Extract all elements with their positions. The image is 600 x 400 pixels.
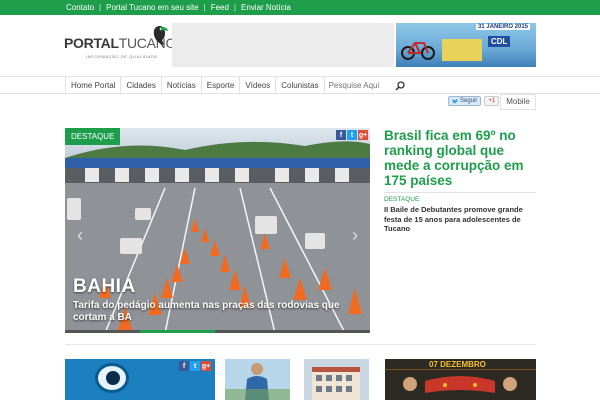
slider-progress xyxy=(65,330,370,333)
logo-text-bold: PORTAL xyxy=(64,35,119,51)
divider xyxy=(384,192,536,193)
building-photo xyxy=(312,367,360,400)
gplus-icon[interactable]: g+ xyxy=(358,130,368,140)
side-headline[interactable]: Brasil fica em 69º no ranking global que… xyxy=(384,128,536,188)
thumb-share-icons: f t g+ xyxy=(179,361,211,371)
thumbnail-bbb[interactable]: f t g+ xyxy=(65,359,215,400)
facebook-icon[interactable]: f xyxy=(179,361,189,371)
link-feed[interactable]: Feed xyxy=(211,2,229,13)
social-buttons: Seguir +1 xyxy=(448,96,500,106)
hero-caption[interactable]: Tarifa do pedágio aumenta nas praças das… xyxy=(73,300,358,324)
nav-item-home-portal[interactable]: Home Portal xyxy=(65,77,122,94)
link-contato[interactable]: Contato xyxy=(66,2,94,13)
ad-banner[interactable]: 31 JANEIRO 2015 CDL xyxy=(396,23,536,67)
nav-item-cidades[interactable]: Cidades xyxy=(121,77,162,94)
twitter-icon[interactable]: t xyxy=(190,361,200,371)
toucan-icon xyxy=(153,26,168,45)
eye-pupil xyxy=(106,371,120,385)
chevron-left-icon[interactable]: ‹ xyxy=(77,225,83,246)
mobile-link[interactable]: Mobile xyxy=(500,94,536,110)
top-bar: Contato | Portal Tucano em seu site | Fe… xyxy=(0,0,600,15)
logo-tagline: INFORMAÇÃO DE QUALIDADE xyxy=(86,54,158,59)
bicycle-icon xyxy=(401,42,435,60)
side-headlines: Brasil fica em 69º no ranking global que… xyxy=(384,128,536,234)
gplus-icon[interactable]: g+ xyxy=(201,361,211,371)
section-divider xyxy=(65,344,536,345)
nav-item-videos[interactable]: Vídeos xyxy=(240,77,277,94)
nav-item-esporte[interactable]: Esporte xyxy=(202,77,241,94)
hero-slider[interactable]: DESTAQUE f t g+ ‹ › BAHIA Tarifa do pedá… xyxy=(65,128,370,333)
separator: | xyxy=(203,3,206,12)
search-icon xyxy=(395,80,405,91)
ad-placeholder[interactable] xyxy=(172,23,394,67)
main-nav: Home Portal Cidades Notícias Esporte Víd… xyxy=(0,76,600,94)
banner-date: 31 JANEIRO 2015 xyxy=(475,24,530,30)
side-subheadline[interactable]: II Baile de Debutantes promove grande fe… xyxy=(384,205,536,234)
nav-item-noticias[interactable]: Notícias xyxy=(162,77,202,94)
separator: | xyxy=(99,3,102,12)
chevron-right-icon[interactable]: › xyxy=(352,225,358,246)
thumbnail-event-poster[interactable]: 07 DEZEMBRO xyxy=(385,359,536,400)
gplus-button[interactable]: +1 xyxy=(484,96,500,106)
hero-share-icons: f t g+ xyxy=(336,130,368,140)
thumbnail-building[interactable] xyxy=(304,359,369,400)
thumbnail-person[interactable] xyxy=(225,359,290,400)
person-photo xyxy=(225,363,290,400)
twitter-follow-button[interactable]: Seguir xyxy=(448,96,482,106)
banner-prize-graphic xyxy=(442,39,482,61)
separator: | xyxy=(233,3,236,12)
twitter-follow-label: Seguir xyxy=(460,98,478,104)
search-input[interactable] xyxy=(324,77,393,94)
poster-art xyxy=(425,376,495,393)
facebook-icon[interactable]: f xyxy=(336,130,346,140)
search-button[interactable] xyxy=(393,77,407,94)
hero-tag[interactable]: DESTAQUE xyxy=(65,128,121,145)
hero-city: BAHIA xyxy=(73,276,136,297)
slider-progress-fill xyxy=(140,330,215,333)
side-kicker[interactable]: DESTAQUE xyxy=(384,196,536,204)
link-portal-tucano-em-seu-site[interactable]: Portal Tucano em seu site xyxy=(106,2,199,13)
site-logo[interactable]: PORTALTUCANO INFORMAÇÃO DE QUALIDADE xyxy=(64,24,176,60)
banner-brand: CDL xyxy=(488,36,511,47)
top-links: Contato | Portal Tucano em seu site | Fe… xyxy=(66,2,291,13)
twitter-icon[interactable]: t xyxy=(347,130,357,140)
twitter-bird-icon xyxy=(452,98,458,103)
nav-item-colunistas[interactable]: Colunistas xyxy=(276,77,325,94)
link-enviar-noticia[interactable]: Enviar Notícia xyxy=(241,2,291,13)
